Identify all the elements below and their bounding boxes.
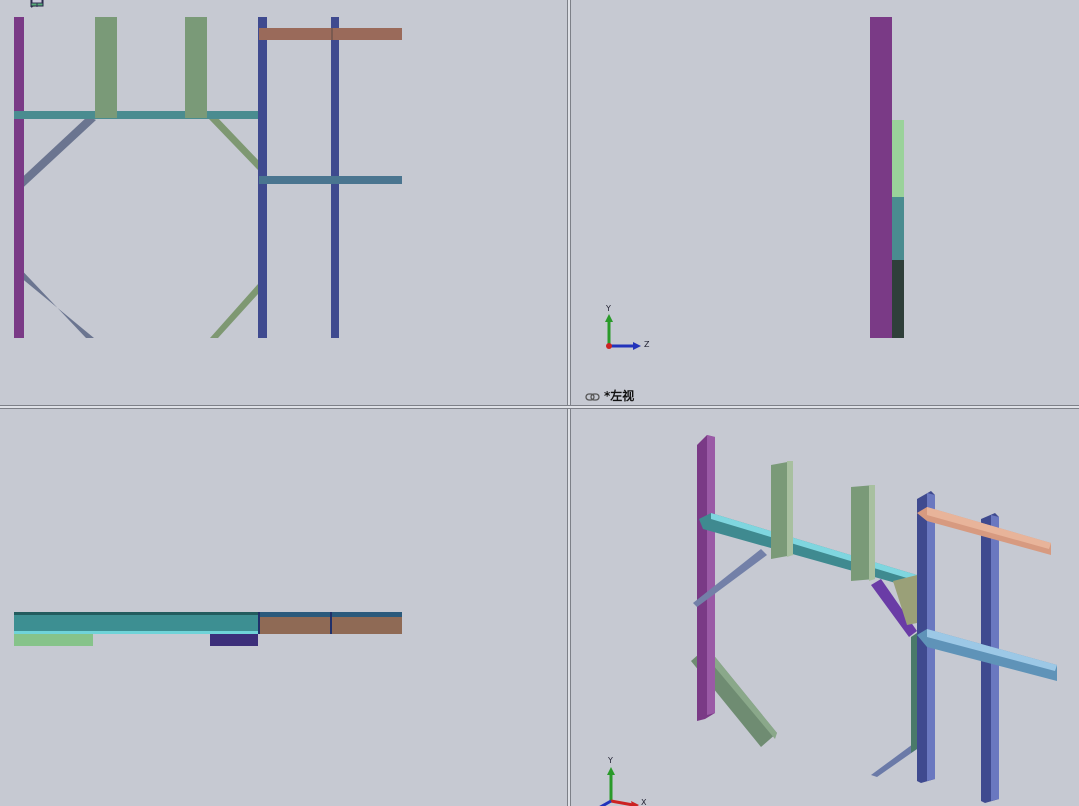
- beam-top: [14, 111, 258, 119]
- iso-axis-x-label: X: [641, 798, 647, 806]
- post-left-plan: [14, 634, 93, 646]
- viewport-front[interactable]: [0, 0, 567, 405]
- column-side: [870, 17, 892, 338]
- viewport-isometric[interactable]: Y X: [571, 409, 1079, 806]
- viewport-splitter-horizontal[interactable]: [0, 405, 1079, 409]
- coordinate-triad: Y Z: [605, 304, 650, 350]
- edit-appearance-icon[interactable]: [32, 0, 216, 8]
- viewport-left[interactable]: Y Z: [571, 0, 1079, 405]
- beam-top-plan: [14, 612, 258, 634]
- view-settings-icon[interactable]: [31, 0, 264, 8]
- beam-mid: [259, 176, 402, 184]
- plate-dark: [892, 260, 904, 338]
- zoom-area-icon[interactable]: [30, 0, 72, 8]
- brace-upper-right: [208, 116, 258, 170]
- iso-plate: [911, 633, 917, 753]
- plate-green: [892, 120, 904, 197]
- section-view-icon[interactable]: [31, 0, 120, 8]
- viewport-top[interactable]: [0, 409, 567, 806]
- brace-lower-left: [14, 262, 94, 338]
- apply-scene-icon[interactable]: [30, 0, 240, 8]
- hide-show-icon[interactable]: [32, 0, 192, 8]
- top-view-model: [14, 612, 402, 646]
- previous-view-icon[interactable]: [32, 0, 96, 8]
- display-style-icon[interactable]: [32, 0, 168, 8]
- iso-axis-y-label: Y: [607, 756, 613, 765]
- post-left: [95, 17, 117, 118]
- beam-brown-joint: [331, 28, 333, 40]
- beam-brown: [259, 28, 402, 40]
- view-label[interactable]: *左视: [585, 387, 634, 404]
- post-right: [185, 17, 207, 118]
- plate-teal: [892, 197, 904, 260]
- isometric-model: [691, 435, 1057, 803]
- coordinate-triad-iso: Y X: [599, 756, 647, 806]
- view-orientation-icon[interactable]: [32, 0, 144, 8]
- column-left: [14, 17, 24, 338]
- axis-y-label: Y: [605, 304, 611, 313]
- link-icon: [585, 391, 601, 401]
- brace-lower-right: [210, 284, 258, 338]
- front-view-model: [14, 17, 402, 338]
- iso-brace-bottom: [871, 741, 917, 777]
- view-name: *左视: [604, 389, 635, 403]
- axis-z-label: Z: [644, 340, 650, 349]
- post-right-plan: [210, 634, 258, 646]
- brace-upper-left: [14, 116, 96, 196]
- viewport-splitter-vertical[interactable]: [567, 0, 571, 806]
- view-toolbar: [30, 0, 264, 8]
